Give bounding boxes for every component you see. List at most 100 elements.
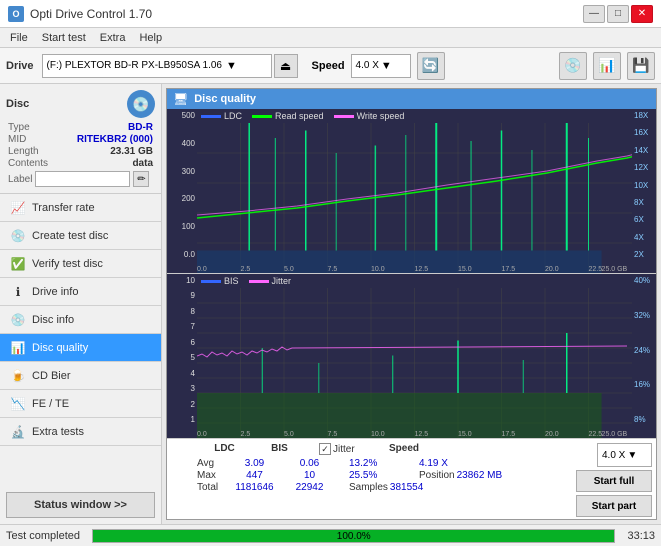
avg-bis-value: 0.06 (282, 458, 337, 469)
disc-contents-row: Contents data (6, 158, 155, 169)
jitter-checkbox-container: ✓ Jitter (319, 443, 389, 455)
upper-y-right: 18X 16X 14X 12X 10X 8X 6X 4X 2X (632, 109, 656, 273)
start-full-button[interactable]: Start full (576, 470, 652, 492)
close-button[interactable]: ✕ (631, 5, 653, 23)
extra-tests-icon: 🔬 (10, 424, 26, 440)
graph-icon-button[interactable]: 📊 (593, 52, 621, 80)
sidebar-item-label-fe-te: FE / TE (32, 398, 69, 410)
write-speed-legend-label: Write speed (357, 111, 405, 121)
drive-select[interactable]: (F:) PLEXTOR BD-R PX-LB950SA 1.06 ▼ (42, 54, 272, 78)
max-jitter-value: 25.5% (349, 470, 419, 481)
disc-icon-button[interactable]: 💿 (559, 52, 587, 80)
disc-contents-label: Contents (8, 158, 48, 169)
stats-table: LDC BIS ✓ Jitter Speed Avg (171, 443, 568, 517)
chart-header-icon: 🖥 (173, 92, 188, 106)
svg-text:12.5: 12.5 (415, 431, 429, 438)
disc-type-row: Type BD-R (6, 122, 155, 133)
disc-label-edit-button[interactable]: ✏ (133, 171, 149, 187)
menu-extra[interactable]: Extra (94, 31, 132, 45)
disc-type-label: Type (8, 122, 30, 133)
disc-label-input[interactable] (35, 171, 130, 187)
sidebar-item-label-verify-test-disc: Verify test disc (32, 258, 103, 270)
fe-te-icon: 📉 (10, 396, 26, 412)
sidebar-item-verify-test-disc[interactable]: ✅ Verify test disc (0, 250, 161, 278)
speed-display-dropdown[interactable]: 4.0 X ▼ (597, 443, 652, 467)
jitter-checkbox[interactable]: ✓ (319, 443, 331, 455)
max-ldc-value: 447 (227, 470, 282, 481)
elapsed-time: 33:13 (627, 530, 655, 542)
start-part-button[interactable]: Start part (576, 495, 652, 517)
sidebar-item-disc-quality[interactable]: 📊 Disc quality (0, 334, 161, 362)
sidebar-item-drive-info[interactable]: ℹ Drive info (0, 278, 161, 306)
svg-text:22.5: 22.5 (589, 266, 603, 273)
stats-panel: LDC BIS ✓ Jitter Speed Avg (167, 438, 656, 519)
sidebar-item-extra-tests[interactable]: 🔬 Extra tests (0, 418, 161, 446)
sidebar-item-cd-bier[interactable]: 🍺 CD Bier (0, 362, 161, 390)
write-speed-legend-color (334, 115, 354, 118)
bis-legend-item: BIS (201, 276, 239, 286)
svg-text:7.5: 7.5 (328, 431, 338, 438)
svg-text:10.0: 10.0 (371, 266, 385, 273)
speed-label: Speed (312, 60, 345, 72)
upper-legend: LDC Read speed Write speed (197, 109, 632, 123)
lower-y-left: 10 9 8 7 6 5 4 3 2 1 (167, 274, 197, 438)
menu-file[interactable]: File (4, 31, 34, 45)
app-icon: O (8, 6, 24, 22)
chart-panel: 🖥 Disc quality 500 400 300 200 100 0.0 (166, 88, 657, 520)
disc-length-label: Length (8, 146, 39, 157)
toolbar: Drive (F:) PLEXTOR BD-R PX-LB950SA 1.06 … (0, 48, 661, 84)
save-button[interactable]: 💾 (627, 52, 655, 80)
disc-icon: 💿 (127, 90, 155, 118)
status-window-button[interactable]: Status window >> (6, 492, 155, 518)
create-test-disc-icon: 💿 (10, 228, 26, 244)
menu-start-test[interactable]: Start test (36, 31, 92, 45)
minimize-button[interactable]: — (583, 5, 605, 23)
progress-bar-container: 100.0% (92, 529, 615, 543)
ldc-legend-label: LDC (224, 111, 242, 121)
svg-text:0.0: 0.0 (197, 431, 207, 438)
samples-label: Samples (349, 482, 388, 493)
chart-title: Disc quality (194, 93, 256, 105)
sidebar-item-fe-te[interactable]: 📉 FE / TE (0, 390, 161, 418)
upper-chart-area: LDC Read speed Write speed (197, 109, 632, 273)
lower-chart: 10 9 8 7 6 5 4 3 2 1 (167, 274, 656, 438)
lower-y-right: 40% 32% 24% 16% 8% (632, 274, 656, 438)
speed-select[interactable]: 4.0 X ▼ (351, 54, 411, 78)
main-area: Disc 💿 Type BD-R MID RITEKBR2 (000) Leng… (0, 84, 661, 524)
total-ldc-value: 1181646 (227, 482, 282, 493)
maximize-button[interactable]: □ (607, 5, 629, 23)
sidebar-item-create-test-disc[interactable]: 💿 Create test disc (0, 222, 161, 250)
svg-text:25.0 GB: 25.0 GB (602, 266, 628, 273)
menu-help[interactable]: Help (133, 31, 168, 45)
disc-label-label: Label (8, 174, 32, 185)
title-bar: O Opti Drive Control 1.70 — □ ✕ (0, 0, 661, 28)
svg-text:10.0: 10.0 (371, 431, 385, 438)
chart-header: 🖥 Disc quality (167, 89, 656, 109)
svg-text:7.5: 7.5 (328, 266, 338, 273)
avg-speed-value: 4.19 X (419, 458, 469, 469)
svg-text:25.0 GB: 25.0 GB (602, 431, 628, 438)
refresh-button[interactable]: 🔄 (417, 52, 445, 80)
position-label: Position (419, 470, 455, 481)
sidebar-item-label-cd-bier: CD Bier (32, 370, 71, 382)
svg-text:15.0: 15.0 (458, 266, 472, 273)
lower-chart-svg: 0.0 2.5 5.0 7.5 10.0 12.5 15.0 17.5 20.0… (197, 288, 632, 438)
svg-text:22.5: 22.5 (589, 431, 603, 438)
jitter-checkbox-label: Jitter (333, 444, 355, 455)
sidebar-item-transfer-rate[interactable]: 📈 Transfer rate (0, 194, 161, 222)
verify-test-disc-icon: ✅ (10, 256, 26, 272)
drive-select-container: (F:) PLEXTOR BD-R PX-LB950SA 1.06 ▼ ⏏ (42, 54, 298, 78)
cd-bier-icon: 🍺 (10, 368, 26, 384)
svg-text:17.5: 17.5 (502, 266, 516, 273)
jitter-legend-color (249, 280, 269, 283)
speed-display-row: 4.0 X ▼ (597, 443, 652, 467)
eject-button[interactable]: ⏏ (274, 54, 298, 78)
position-value: 23862 MB (457, 470, 503, 481)
ldc-legend-item: LDC (201, 111, 242, 121)
sidebar-item-label-create-test-disc: Create test disc (32, 230, 108, 242)
svg-text:17.5: 17.5 (502, 431, 516, 438)
bottom-status-bar: Test completed 100.0% 33:13 (0, 524, 661, 546)
disc-type-value: BD-R (128, 122, 153, 133)
sidebar-item-label-extra-tests: Extra tests (32, 426, 84, 438)
sidebar-item-disc-info[interactable]: 💿 Disc info (0, 306, 161, 334)
